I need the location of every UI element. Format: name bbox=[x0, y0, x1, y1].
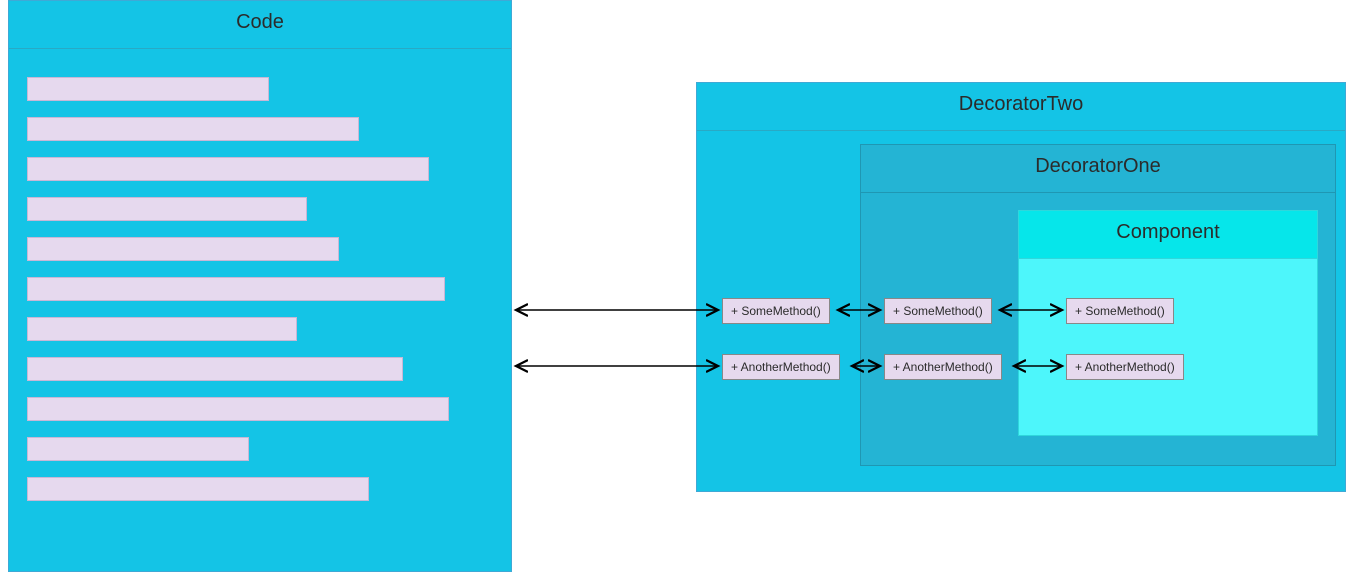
code-line bbox=[27, 437, 249, 461]
code-line bbox=[27, 157, 429, 181]
code-line bbox=[27, 77, 269, 101]
component-method-some: + SomeMethod() bbox=[1066, 298, 1174, 324]
dec1-method-another: + AnotherMethod() bbox=[884, 354, 1002, 380]
decorator-one-title: DecoratorOne bbox=[861, 145, 1335, 193]
dec1-method-some: + SomeMethod() bbox=[884, 298, 992, 324]
code-line bbox=[27, 397, 449, 421]
code-body bbox=[9, 49, 511, 535]
code-block: Code bbox=[8, 0, 512, 572]
dec2-method-some: + SomeMethod() bbox=[722, 298, 830, 324]
dec2-method-another: + AnotherMethod() bbox=[722, 354, 840, 380]
code-line bbox=[27, 277, 445, 301]
decorator-two-title: DecoratorTwo bbox=[697, 83, 1345, 131]
code-line bbox=[27, 197, 307, 221]
code-line bbox=[27, 477, 369, 501]
code-line bbox=[27, 357, 403, 381]
component-title: Component bbox=[1019, 211, 1317, 259]
code-title: Code bbox=[9, 1, 511, 49]
component-method-another: + AnotherMethod() bbox=[1066, 354, 1184, 380]
code-line bbox=[27, 117, 359, 141]
code-line bbox=[27, 317, 297, 341]
diagram-canvas: Code DecoratorTwo DecoratorOne Component… bbox=[0, 0, 1352, 572]
code-line bbox=[27, 237, 339, 261]
